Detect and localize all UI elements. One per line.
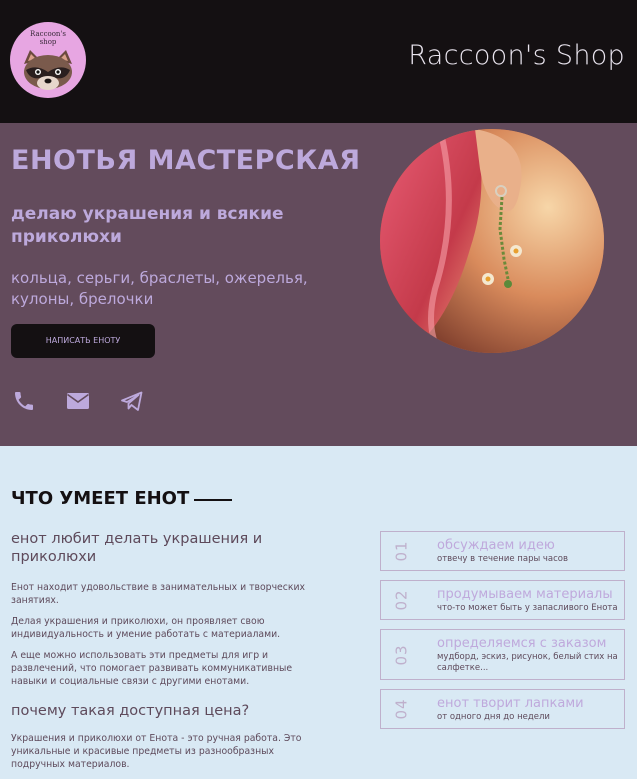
step-number: 04 <box>392 698 411 720</box>
step-number: 03 <box>392 643 411 666</box>
logo-text-line1: Raccoon's <box>30 30 66 38</box>
skills-paragraph-3: А еще можно использовать эти предметы дл… <box>11 650 293 687</box>
step-description: отвечу в течение пары часов <box>437 554 568 564</box>
skills-text-column: енот любит делать украшения и приколюхи … <box>11 530 311 779</box>
process-step: 04 енот творит лапками от одного дня до … <box>380 689 625 729</box>
logo[interactable]: Raccoon's shop <box>10 22 86 98</box>
process-step: 03 определяемся с заказом мудборд, эскиз… <box>380 629 625 680</box>
earring-photo <box>380 129 604 353</box>
skills-paragraph-4: Украшения и приколюхи от Енота - это руч… <box>11 733 302 770</box>
step-number: 02 <box>392 589 411 611</box>
section-divider <box>194 499 232 501</box>
section-title: ЧТО УМЕЕТ ЕНОТ <box>11 488 190 509</box>
hero-title: ЕНОТЬЯ МАСТЕРСКАЯ <box>11 145 361 176</box>
phone-icon[interactable] <box>11 389 37 413</box>
skills-heading-1: енот любит делать украшения и приколюхи <box>11 531 263 565</box>
skills-paragraph-2: Делая украшения и приколюхи, он проявляе… <box>11 616 281 640</box>
step-number: 01 <box>392 540 411 562</box>
step-title: енот творит лапками <box>437 696 584 711</box>
process-step: 02 продумываем материалы что-то может бы… <box>380 580 625 620</box>
hero-description: кольца, серьги, браслеты, ожерелья, куло… <box>11 269 308 308</box>
step-description: от одного дня до недели <box>437 712 550 722</box>
process-steps: 01 обсуждаем идею отвечу в течение пары … <box>380 531 625 738</box>
mail-icon[interactable] <box>65 389 91 413</box>
raccoon-icon <box>24 50 72 90</box>
process-step: 01 обсуждаем идею отвечу в течение пары … <box>380 531 625 571</box>
step-title: обсуждаем идею <box>437 538 555 553</box>
hero-subtitle: делаю украшения и всякие приколюхи <box>11 204 284 247</box>
skills-heading-2: почему такая доступная цена? <box>11 703 250 719</box>
logo-text-line2: shop <box>39 38 57 46</box>
step-description: мудборд, эскиз, рисунок, белый стих на с… <box>437 652 618 673</box>
step-title: определяемся с заказом <box>437 636 607 651</box>
contact-raccoon-button[interactable]: НАПИСАТЬ ЕНОТУ <box>11 324 155 358</box>
skills-paragraph-1: Енот находит удовольствие в занимательны… <box>11 582 306 606</box>
step-description: что-то может быть у запасливого Енота <box>437 603 618 613</box>
logo-text: Raccoon's shop <box>10 30 86 46</box>
step-title: продумываем материалы <box>437 587 613 602</box>
brand-name[interactable]: Raccoon's Shop <box>408 40 625 71</box>
telegram-icon[interactable] <box>119 389 145 413</box>
site-header: Raccoon's shop Raccoon's Shop <box>0 0 637 123</box>
